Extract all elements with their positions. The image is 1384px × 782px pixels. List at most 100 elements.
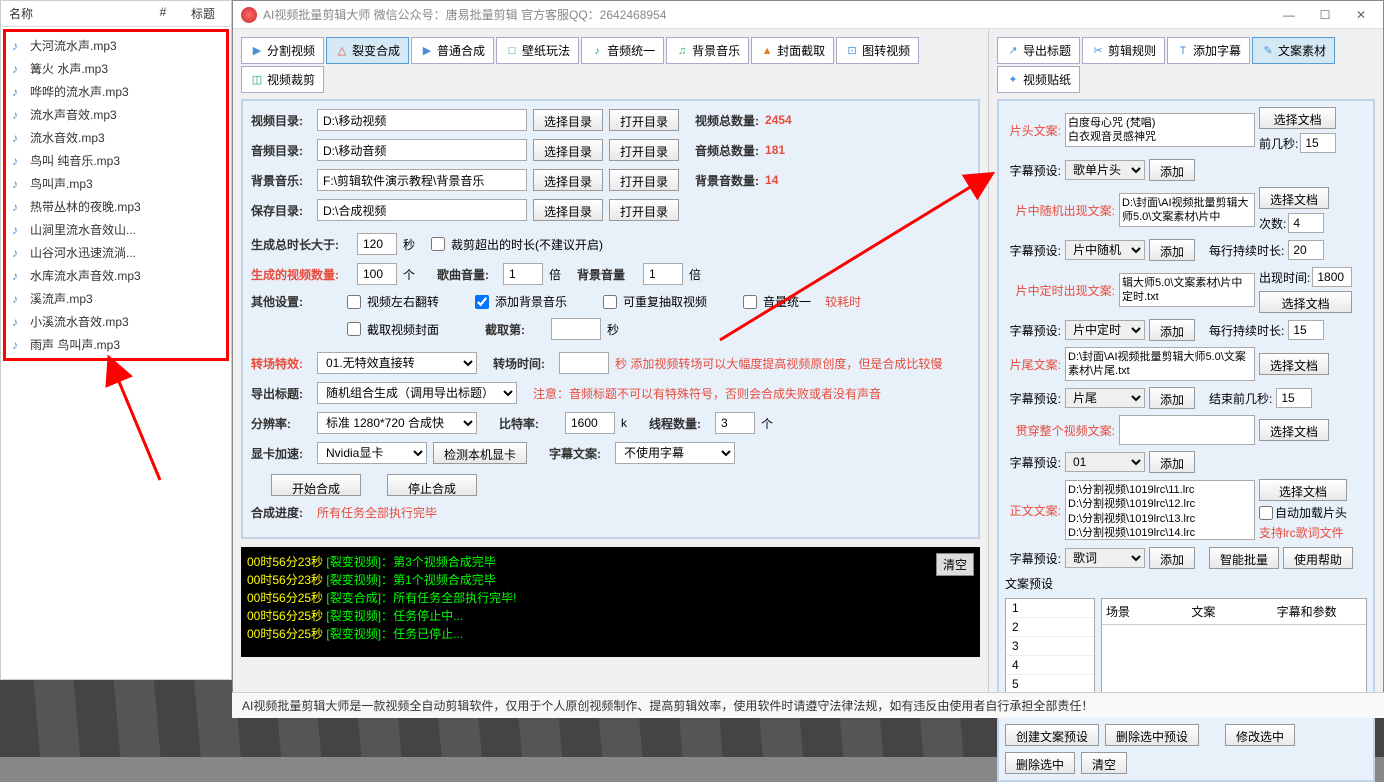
add-button5[interactable]: 添加 — [1149, 451, 1195, 473]
file-item[interactable]: 小溪流水音效.mp3 — [8, 310, 224, 333]
transition-select[interactable]: 01.无特效直接转 — [317, 352, 477, 374]
mod-selected-button[interactable]: 修改选中 — [1225, 724, 1295, 746]
head-sec-input[interactable] — [1300, 133, 1336, 153]
col-name[interactable]: 名称 — [9, 5, 143, 22]
gen-duration-input[interactable] — [357, 233, 397, 255]
open-save-dir-button[interactable]: 打开目录 — [609, 199, 679, 221]
stop-button[interactable]: 停止合成 — [387, 474, 477, 496]
file-item[interactable]: 溪流声.mp3 — [8, 287, 224, 310]
sub-preset6-select[interactable]: 歌词 — [1065, 548, 1145, 568]
tail-textarea[interactable]: D:\封面\AI视频批量剪辑大师5.0\文案素材\片尾.txt — [1065, 347, 1255, 381]
start-button[interactable]: 开始合成 — [271, 474, 361, 496]
add-button1[interactable]: 添加 — [1149, 159, 1195, 181]
subtitle-select[interactable]: 不使用字幕 — [615, 442, 735, 464]
del-selected-button[interactable]: 删除选中 — [1005, 752, 1075, 774]
file-item[interactable]: 热带丛林的夜晚.mp3 — [8, 195, 224, 218]
per-dur2-input[interactable] — [1288, 320, 1324, 340]
use-help-button[interactable]: 使用帮助 — [1283, 547, 1353, 569]
cover-frame-input[interactable] — [551, 318, 601, 340]
file-item[interactable]: 哗哗的流水声.mp3 — [8, 80, 224, 103]
add-bgm-checkbox[interactable] — [475, 295, 489, 309]
main-tab[interactable]: ♫背景音乐 — [666, 37, 749, 64]
create-preset-button[interactable]: 创建文案预设 — [1005, 724, 1099, 746]
main-tab[interactable]: ⊡图转视频 — [836, 37, 919, 64]
repeat-checkbox[interactable] — [603, 295, 617, 309]
select-audio-dir-button[interactable]: 选择目录 — [533, 139, 603, 161]
body-textarea[interactable]: D:\分割视频\1019lrc\11.lrc D:\分割视频\1019lrc\1… — [1065, 480, 1255, 540]
bg-vol-input[interactable] — [643, 263, 683, 285]
main-tab[interactable]: ◫视频裁剪 — [241, 66, 324, 93]
sub-preset2-select[interactable]: 片中随机 — [1065, 240, 1145, 260]
select-video-dir-button[interactable]: 选择目录 — [533, 109, 603, 131]
minimize-button[interactable]: — — [1275, 5, 1303, 25]
clear-console-button[interactable]: 清空 — [936, 553, 974, 576]
open-bgm-dir-button[interactable]: 打开目录 — [609, 169, 679, 191]
right-tab[interactable]: ✦视频贴纸 — [997, 66, 1080, 93]
file-item[interactable]: 篝火 水声.mp3 — [8, 57, 224, 80]
file-item[interactable]: 鸟叫 纯音乐.mp3 — [8, 149, 224, 172]
main-tab[interactable]: ▶普通合成 — [411, 37, 494, 64]
gpu-select[interactable]: Nvidia显卡 — [317, 442, 427, 464]
resolution-select[interactable]: 标准 1280*720 合成快 — [317, 412, 477, 434]
main-tab[interactable]: ♪音频统一 — [581, 37, 664, 64]
vol-unify-checkbox[interactable] — [743, 295, 757, 309]
smart-batch-button[interactable]: 智能批量 — [1209, 547, 1279, 569]
select-doc-body-button[interactable]: 选择文档 — [1259, 479, 1347, 501]
per-dur1-input[interactable] — [1288, 240, 1324, 260]
preset-list-item[interactable]: 1 — [1006, 599, 1094, 618]
main-tab[interactable]: △裂变合成 — [326, 37, 409, 64]
save-dir-input[interactable] — [317, 199, 527, 221]
right-tab[interactable]: ✎文案素材 — [1252, 37, 1335, 64]
through-textarea[interactable] — [1119, 415, 1255, 445]
maximize-button[interactable]: ☐ — [1311, 5, 1339, 25]
file-item[interactable]: 鸟叫声.mp3 — [8, 172, 224, 195]
select-bgm-dir-button[interactable]: 选择目录 — [533, 169, 603, 191]
preset-list-item[interactable]: 2 — [1006, 618, 1094, 637]
song-vol-input[interactable] — [503, 263, 543, 285]
close-button[interactable]: ✕ — [1347, 5, 1375, 25]
trim-excess-checkbox[interactable] — [431, 237, 445, 251]
add-button2[interactable]: 添加 — [1149, 239, 1195, 261]
auto-load-checkbox[interactable] — [1259, 506, 1273, 520]
file-item[interactable]: 大河流水声.mp3 — [8, 34, 224, 57]
right-tab[interactable]: ✂剪辑规则 — [1082, 37, 1165, 64]
select-doc-through-button[interactable]: 选择文档 — [1259, 419, 1329, 441]
add-button3[interactable]: 添加 — [1149, 319, 1195, 341]
right-tab[interactable]: ↗导出标题 — [997, 37, 1080, 64]
flip-checkbox[interactable] — [347, 295, 361, 309]
gen-qty-input[interactable] — [357, 263, 397, 285]
appear-input[interactable] — [1312, 267, 1352, 287]
file-item[interactable]: 流水声音效.mp3 — [8, 103, 224, 126]
export-title-select[interactable]: 随机组合生成（调用导出标题） — [317, 382, 517, 404]
col-title[interactable]: 标题 — [183, 5, 223, 22]
main-tab[interactable]: □壁纸玩法 — [496, 37, 579, 64]
mid-time-textarea[interactable]: 辑大师5.0\文案素材\片中定时.txt — [1119, 273, 1255, 307]
transition-time-input[interactable] — [559, 352, 609, 374]
count-input[interactable] — [1288, 213, 1324, 233]
select-doc-head-button[interactable]: 选择文档 — [1259, 107, 1336, 129]
bitrate-input[interactable] — [565, 412, 615, 434]
file-item[interactable]: 水库流水声音效.mp3 — [8, 264, 224, 287]
open-video-dir-button[interactable]: 打开目录 — [609, 109, 679, 131]
file-item[interactable]: 山涧里流水音效山... — [8, 218, 224, 241]
video-dir-input[interactable] — [317, 109, 527, 131]
main-tab[interactable]: ▲封面截取 — [751, 37, 834, 64]
add-button4[interactable]: 添加 — [1149, 387, 1195, 409]
file-item[interactable]: 流水音效.mp3 — [8, 126, 224, 149]
head-textarea[interactable]: 白度母心咒 (梵唱) 白衣观音灵感神咒 — [1065, 113, 1255, 147]
open-audio-dir-button[interactable]: 打开目录 — [609, 139, 679, 161]
select-doc-mid-button[interactable]: 选择文档 — [1259, 187, 1329, 209]
file-item[interactable]: 雨声 鸟叫声.mp3 — [8, 333, 224, 356]
threads-input[interactable] — [715, 412, 755, 434]
mid-rand-textarea[interactable]: D:\封面\AI视频批量剪辑大师5.0\文案素材\片中 — [1119, 193, 1255, 227]
select-doc-midtime-button[interactable]: 选择文档 — [1259, 291, 1352, 313]
add-button6[interactable]: 添加 — [1149, 547, 1195, 569]
end-sec-input[interactable] — [1276, 388, 1312, 408]
file-item[interactable]: 山谷河水迅速流淌... — [8, 241, 224, 264]
select-save-dir-button[interactable]: 选择目录 — [533, 199, 603, 221]
preset-list-item[interactable]: 3 — [1006, 637, 1094, 656]
bgm-dir-input[interactable] — [317, 169, 527, 191]
cover-checkbox[interactable] — [347, 322, 361, 336]
detect-gpu-button[interactable]: 检测本机显卡 — [433, 442, 527, 464]
sub-preset3-select[interactable]: 片中定时 — [1065, 320, 1145, 340]
